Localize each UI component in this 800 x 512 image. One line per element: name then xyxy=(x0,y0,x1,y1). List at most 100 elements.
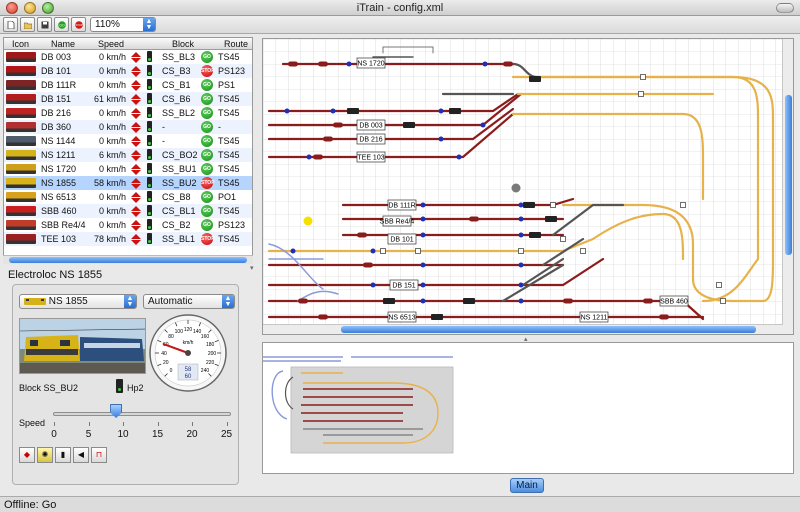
table-row[interactable]: DB 151 61 km/h CS_B6 GO TS45 xyxy=(4,92,252,106)
stop-icon[interactable]: STOP xyxy=(201,65,215,77)
sensor[interactable] xyxy=(420,262,426,268)
loco-select[interactable]: NS 1855 ▲ ▼ xyxy=(19,294,137,309)
go-icon[interactable]: GO xyxy=(201,93,213,105)
train-icon[interactable] xyxy=(545,216,557,222)
stop-icon[interactable]: STOP xyxy=(201,177,215,189)
train-icon[interactable] xyxy=(431,314,443,320)
train-icon[interactable] xyxy=(449,108,461,114)
table-row[interactable]: DB 101 0 km/h CS_B3 STOP PS123 xyxy=(4,64,252,78)
scroll-thumb[interactable] xyxy=(785,95,792,255)
direction-button[interactable]: ◆ xyxy=(19,447,35,463)
speed-slider[interactable] xyxy=(53,412,231,416)
main-view-button[interactable]: Main xyxy=(510,478,544,493)
sensor[interactable] xyxy=(420,216,426,222)
sensor[interactable] xyxy=(518,232,524,238)
occupancy-segment[interactable] xyxy=(659,314,669,320)
sensor[interactable] xyxy=(370,248,376,254)
sensor[interactable] xyxy=(518,282,524,288)
plan-horizontal-scrollbar[interactable] xyxy=(263,324,783,334)
scroll-thumb[interactable] xyxy=(9,257,247,263)
table-horizontal-scrollbar[interactable] xyxy=(3,255,253,264)
train-icon[interactable] xyxy=(463,298,475,304)
direction-icon[interactable] xyxy=(131,234,141,247)
block-marker[interactable] xyxy=(638,91,644,97)
sensor[interactable] xyxy=(518,216,524,222)
sensor[interactable] xyxy=(438,108,444,114)
plan-vertical-scrollbar[interactable] xyxy=(782,39,793,334)
sensor[interactable] xyxy=(306,154,312,160)
stop-button[interactable]: STOP xyxy=(71,17,86,32)
go-icon[interactable]: GO xyxy=(201,191,213,203)
table-row[interactable]: NS 6513 0 km/h CS_B8 GO PO1 xyxy=(4,190,252,204)
occupancy-segment[interactable] xyxy=(363,262,373,268)
sensor[interactable] xyxy=(284,108,290,114)
train-icon[interactable] xyxy=(347,108,359,114)
scroll-thumb[interactable] xyxy=(341,326,756,333)
occupancy-segment[interactable] xyxy=(298,298,308,304)
turntable-icon[interactable] xyxy=(511,183,521,193)
col-route[interactable]: Route xyxy=(224,39,248,49)
go-icon[interactable]: GO xyxy=(201,149,213,161)
train-icon[interactable] xyxy=(383,298,395,304)
col-icon[interactable]: Icon xyxy=(12,39,29,49)
sensor[interactable] xyxy=(438,136,444,142)
block-marker[interactable] xyxy=(680,202,686,208)
sensor[interactable] xyxy=(420,282,426,288)
track-plan[interactable]: NS 1720 DB 003 DB 216 TEE 103 DB 111R SBB Re4… xyxy=(262,38,794,335)
occupancy-segment[interactable] xyxy=(469,216,479,222)
go-icon[interactable]: GO xyxy=(201,163,213,175)
occupancy-segment[interactable] xyxy=(503,61,513,67)
sensor[interactable] xyxy=(518,202,524,208)
new-button[interactable] xyxy=(3,17,18,32)
table-row[interactable]: DB 003 0 km/h SS_BL3 GO TS45 xyxy=(4,50,252,64)
col-block[interactable]: Block xyxy=(172,39,194,49)
table-row[interactable]: DB 216 0 km/h SS_BL2 GO TS45 xyxy=(4,106,252,120)
occupancy-segment[interactable] xyxy=(357,232,367,238)
table-row[interactable]: DB 111R 0 km/h CS_B1 GO PS1 xyxy=(4,78,252,92)
go-button[interactable]: GO xyxy=(54,17,69,32)
block-marker[interactable] xyxy=(560,236,566,242)
track-overview[interactable] xyxy=(262,342,794,474)
table-row[interactable]: SBB Re4/4 0 km/h CS_B2 GO PS123 xyxy=(4,218,252,232)
block-marker[interactable] xyxy=(550,202,556,208)
toolbar-toggle-button[interactable] xyxy=(776,3,794,13)
table-row[interactable]: SBB 460 0 km/h CS_BL1 GO TS45 xyxy=(4,204,252,218)
train-icon[interactable] xyxy=(529,232,541,238)
lamp-icon[interactable] xyxy=(303,216,313,226)
occupancy-segment[interactable] xyxy=(643,298,653,304)
go-icon[interactable]: GO xyxy=(201,79,213,91)
table-row[interactable]: NS 1855 58 km/h SS_BU2 STOP TS45 xyxy=(4,176,252,190)
table-row[interactable]: TEE 103 78 km/h SS_BL1 STOP TS45 xyxy=(4,232,252,246)
mode-select[interactable]: Automatic ▲ ▼ xyxy=(143,294,235,309)
zoom-select[interactable]: 110% ▲ ▼ xyxy=(90,17,156,32)
sensor[interactable] xyxy=(420,298,426,304)
block-marker[interactable] xyxy=(380,248,386,254)
overview-canvas[interactable] xyxy=(263,343,793,473)
sensor[interactable] xyxy=(330,108,336,114)
sensor[interactable] xyxy=(420,202,426,208)
block-marker[interactable] xyxy=(518,248,524,254)
table-row[interactable]: NS 1211 6 km/h CS_BO2 GO TS45 xyxy=(4,148,252,162)
block-marker[interactable] xyxy=(720,298,726,304)
go-icon[interactable]: GO xyxy=(201,121,213,133)
sensor[interactable] xyxy=(290,248,296,254)
occupancy-segment[interactable] xyxy=(333,122,343,128)
go-icon[interactable]: GO xyxy=(201,107,213,119)
occupancy-segment[interactable] xyxy=(318,314,328,320)
decoupler-button[interactable]: ⊓ xyxy=(91,447,107,463)
go-icon[interactable]: GO xyxy=(201,135,213,147)
open-button[interactable] xyxy=(20,17,35,32)
sensor[interactable] xyxy=(480,122,486,128)
table-row[interactable]: NS 1720 0 km/h SS_BU1 GO TS45 xyxy=(4,162,252,176)
occupancy-segment[interactable] xyxy=(563,298,573,304)
sensor[interactable] xyxy=(482,61,488,67)
block-marker[interactable] xyxy=(580,248,586,254)
sensor[interactable] xyxy=(518,298,524,304)
train-icon[interactable] xyxy=(403,122,415,128)
sensor[interactable] xyxy=(370,282,376,288)
go-icon[interactable]: GO xyxy=(201,51,213,63)
table-row[interactable]: NS 1144 0 km/h - GO TS45 xyxy=(4,134,252,148)
resize-grip-icon[interactable]: ▾ xyxy=(250,264,254,272)
occupancy-segment[interactable] xyxy=(323,136,333,142)
go-icon[interactable]: GO xyxy=(201,205,213,217)
